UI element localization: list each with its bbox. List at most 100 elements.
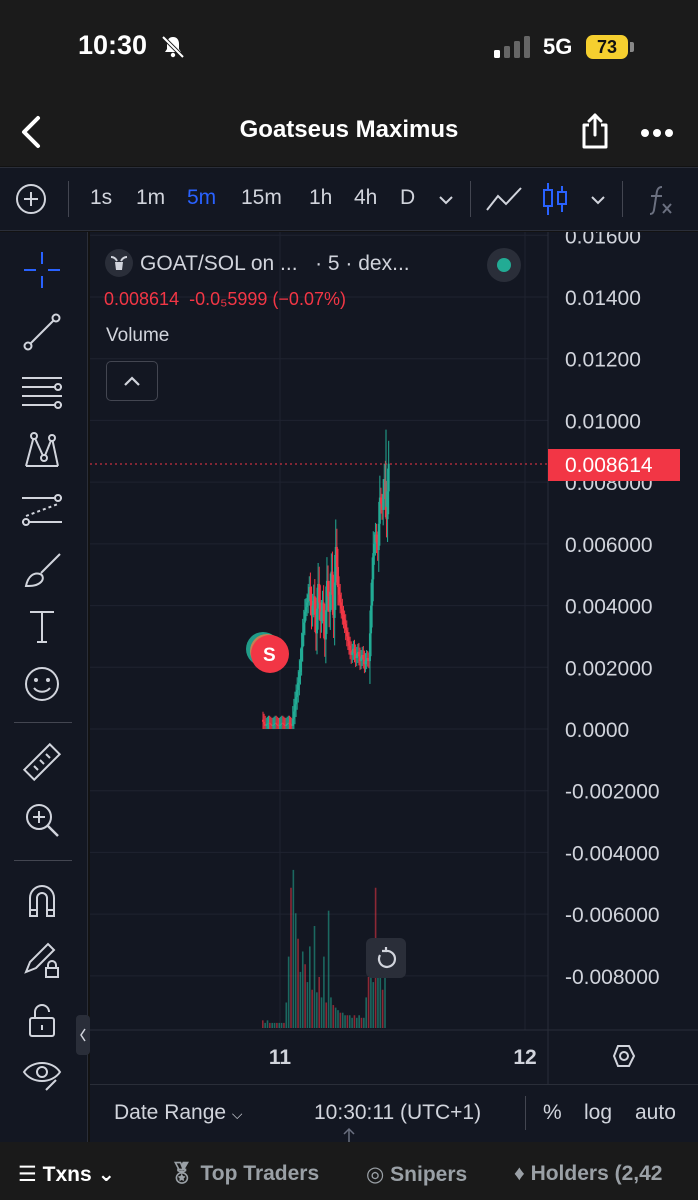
emoji-icon[interactable]	[20, 662, 64, 706]
reset-chart-button[interactable]	[366, 938, 406, 978]
add-indicator-icon[interactable]	[14, 182, 48, 216]
volume-bar	[351, 1017, 353, 1028]
network-type: 5G	[543, 34, 573, 59]
percent-scale-toggle[interactable]: %	[543, 1101, 562, 1125]
volume-bar	[353, 1015, 356, 1028]
price-axis-tick: 0.002000	[565, 657, 653, 680]
tab-top-traders-label: Top Traders	[200, 1162, 320, 1185]
timeframe-4h[interactable]: 4h	[354, 186, 377, 210]
legend-interval-source: · 5 · dex...	[315, 252, 410, 275]
chart-type-chevron-down-icon[interactable]	[588, 190, 608, 210]
tab-holders[interactable]: ♦ Holders (2,42	[514, 1162, 662, 1186]
timeframe-1m[interactable]: 1m	[136, 186, 165, 210]
volume-indicator-label[interactable]: Volume	[106, 325, 169, 347]
crosshair-icon[interactable]	[20, 248, 64, 292]
trend-line-icon[interactable]	[20, 310, 64, 354]
tab-snipers-label: Snipers	[390, 1163, 468, 1186]
chevron-up-icon	[124, 376, 140, 386]
legend-price: 0.008614	[104, 289, 180, 309]
volume-bar	[334, 1007, 337, 1028]
volume-bar	[356, 1017, 358, 1028]
tab-txns-label: Txns	[42, 1163, 92, 1186]
price-axis-tick: 0.0000	[565, 719, 629, 742]
volume-bar	[269, 1022, 271, 1028]
volume-bar	[264, 1022, 266, 1028]
price-axis-tick: 0.01200	[565, 349, 641, 372]
price-axis-tick: -0.008000	[565, 966, 660, 989]
volume-bar	[297, 938, 299, 1028]
tools-divider	[14, 722, 72, 723]
unlock-icon[interactable]	[20, 998, 64, 1042]
timeframe-1s[interactable]: 1s	[90, 186, 112, 210]
forecasting-tool-icon[interactable]	[20, 488, 64, 532]
volume-bar	[262, 1020, 264, 1028]
volume-bar	[285, 1002, 288, 1028]
txns-list-icon: ☰	[18, 1163, 37, 1186]
target-icon: ◎	[366, 1163, 385, 1186]
text-tool-icon[interactable]	[20, 604, 64, 648]
volume-bar	[313, 926, 316, 1028]
legend-symbol: GOAT/SOL on ... · 5 · dex...	[140, 252, 410, 276]
line-chart-type-icon[interactable]	[484, 182, 524, 216]
volume-bar	[332, 1005, 335, 1028]
auto-scale-toggle[interactable]: auto	[635, 1101, 676, 1125]
timeframe-D[interactable]: D	[400, 186, 415, 210]
price-axis-tick: 0.01600	[565, 232, 641, 248]
volume-bar	[327, 910, 330, 1028]
more-options-icon[interactable]	[640, 128, 674, 138]
volume-bar	[346, 1015, 349, 1028]
volume-bar	[337, 1010, 339, 1028]
date-range-button[interactable]: Date Range ⌵	[114, 1101, 243, 1125]
volume-bar	[283, 1022, 285, 1028]
timeframe-chevron-down-icon[interactable]	[436, 190, 456, 210]
volume-bar	[344, 1015, 346, 1028]
price-axis-tick: -0.002000	[565, 781, 660, 804]
timeframe-5m[interactable]: 5m	[187, 186, 216, 210]
candlestick-chart-type-icon[interactable]	[540, 180, 570, 218]
battery-tip	[630, 42, 634, 52]
fib-retracement-icon[interactable]	[20, 370, 64, 414]
tab-snipers[interactable]: ◎ Snipers	[366, 1162, 467, 1187]
signal-icon	[494, 36, 530, 58]
tab-txns[interactable]: ☰ Txns ⌄	[18, 1162, 115, 1187]
tools-divider	[14, 860, 72, 861]
volume-bar	[381, 989, 384, 1028]
volume-bar	[348, 1015, 351, 1028]
chart-settings-icon[interactable]	[612, 1045, 636, 1067]
market-status-dot[interactable]	[487, 248, 521, 282]
volume-bar	[365, 997, 367, 1028]
tab-top-traders[interactable]: 🏅︎ Top Traders	[168, 1162, 319, 1186]
timeframe-15m[interactable]: 15m	[241, 186, 282, 210]
volume-bar	[294, 913, 297, 1028]
bottom-divider	[525, 1096, 526, 1130]
volume-bar	[280, 1022, 283, 1028]
collapse-panel-handle[interactable]	[76, 1015, 90, 1055]
share-icon[interactable]	[580, 112, 610, 150]
time-axis-tick: 11	[269, 1046, 292, 1069]
volume-bar	[276, 1022, 278, 1028]
volume-bar	[301, 951, 304, 1028]
lock-drawings-pencil-icon[interactable]	[20, 938, 64, 982]
volume-bar	[372, 982, 375, 1028]
volume-bar	[325, 1002, 328, 1028]
magnet-icon[interactable]	[20, 878, 64, 922]
pattern-tool-icon[interactable]	[20, 428, 64, 472]
volume-bar	[363, 1017, 365, 1028]
volume-bar	[266, 1020, 269, 1028]
timeframe-1h[interactable]: 1h	[309, 186, 332, 210]
zoom-in-icon[interactable]	[20, 798, 64, 842]
medal-icon: 🏅︎	[168, 1162, 195, 1185]
chart-clock-timezone[interactable]: 10:30:11 (UTC+1)	[314, 1101, 481, 1125]
log-scale-toggle[interactable]: log	[584, 1101, 612, 1125]
sell-marker-label: S	[263, 645, 276, 666]
toolbar-divider	[68, 181, 69, 217]
collapse-indicators-button[interactable]	[106, 361, 158, 401]
ruler-icon[interactable]	[20, 740, 64, 784]
price-axis-tick: 0.01000	[565, 410, 641, 433]
legend-change-pct: (−0.07%)	[272, 289, 346, 309]
eye-visibility-icon[interactable]	[20, 1052, 64, 1096]
diamond-icon: ♦	[514, 1162, 525, 1185]
status-time: 10:30	[78, 30, 148, 60]
function-indicators-icon[interactable]	[644, 182, 674, 216]
brush-icon[interactable]	[20, 548, 64, 592]
